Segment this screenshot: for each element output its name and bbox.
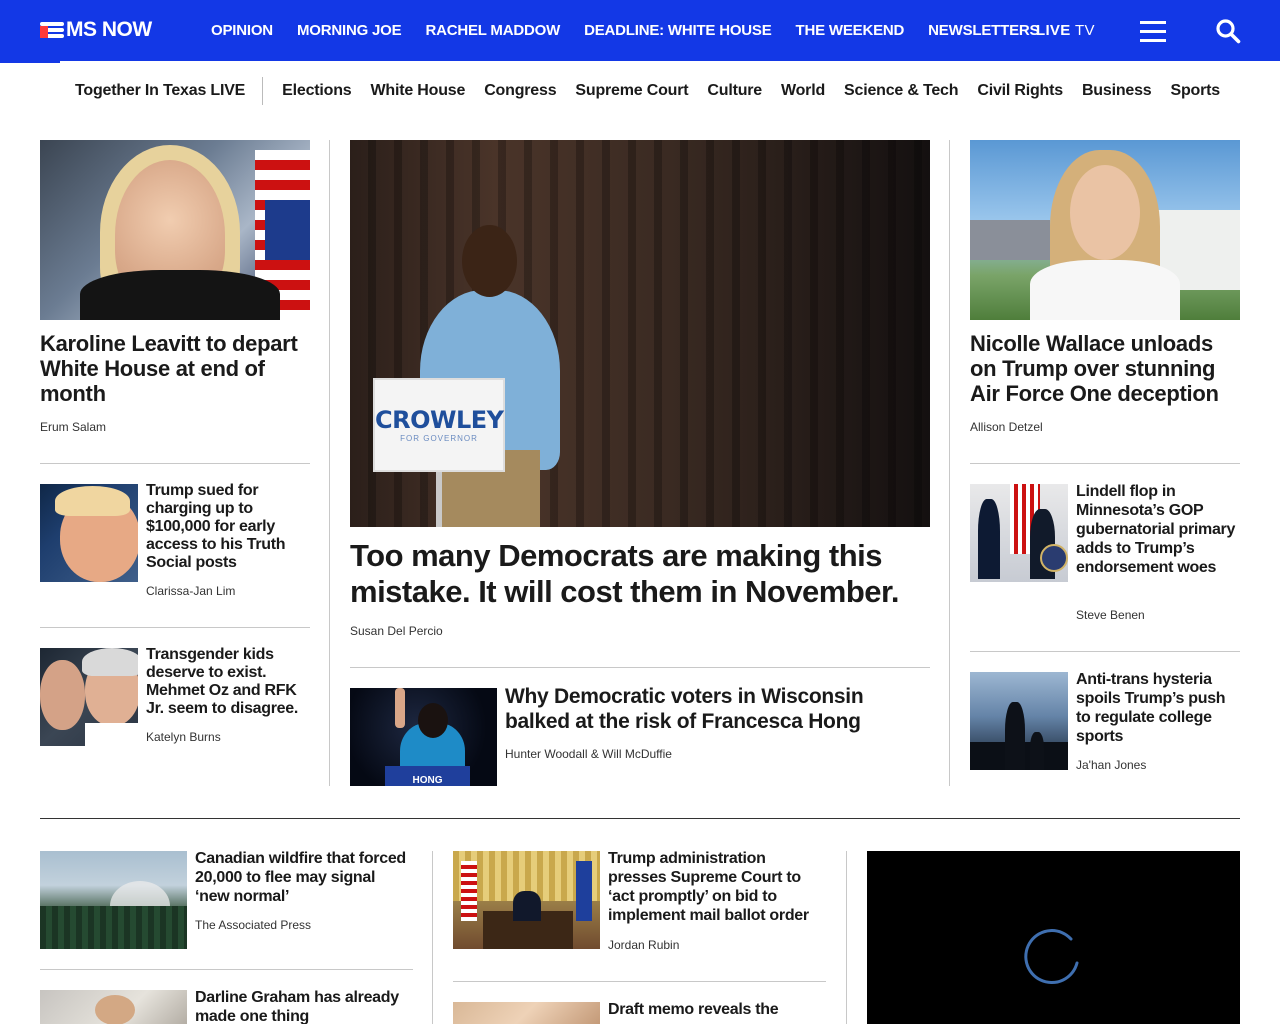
graham-image[interactable] [40,990,187,1024]
nav-business[interactable]: Business [1082,82,1152,100]
wildfire-headline[interactable]: Canadian wildfire that forced 20,000 to … [195,849,410,906]
nav-newsletters[interactable]: NEWSLETTERS [928,22,1039,39]
nav-rachel-maddow[interactable]: RACHEL MADDOW [425,22,560,39]
lindell-headline[interactable]: Lindell flop in Minnesota’s GOP gubernat… [1076,482,1236,577]
wildfire-image[interactable] [40,851,187,949]
anti-trans-headline[interactable]: Anti-trans hysteria spoils Trump’s push … [1076,670,1236,746]
story-divider [453,981,826,982]
story-divider [970,651,1240,652]
nav-culture[interactable]: Culture [707,82,762,100]
campaign-sign-subtext: FOR GOVERNOR [400,434,478,443]
nav-together-in-texas-live[interactable]: Together In Texas LIVE [75,82,245,100]
nav-white-house[interactable]: White House [371,82,466,100]
menu-icon[interactable] [1140,20,1166,42]
mail-ballot-headline[interactable]: Trump administration presses Supreme Cou… [608,849,828,925]
nav-sports[interactable]: Sports [1171,82,1221,100]
nav-deadline-white-house[interactable]: DEADLINE: WHITE HOUSE [584,22,772,39]
nav-science-tech[interactable]: Science & Tech [844,82,958,100]
draft-memo-headline[interactable]: Draft memo reveals the [608,1000,828,1019]
lead-byline[interactable]: Susan Del Percio [350,624,443,638]
francesca-hong-image[interactable]: HONG [350,688,497,786]
nav-the-weekend[interactable]: THE WEEKEND [796,22,905,39]
tv-label: TV [1075,22,1095,39]
live-tv-link[interactable]: LIVE TV [1036,22,1095,39]
leavitt-story-image[interactable] [40,140,310,320]
nav-morning-joe[interactable]: MORNING JOE [297,22,402,39]
wallace-story-image[interactable] [970,140,1240,320]
campaign-sign-text: CROWLEY [375,406,504,434]
nav-divider [262,77,264,105]
story-divider [40,463,310,464]
logo-flag-icon [40,20,64,40]
nav-supreme-court[interactable]: Supreme Court [575,82,688,100]
campaign-sign: CROWLEY FOR GOVERNOR [373,378,505,472]
section-divider [40,818,1240,819]
podium-sign-text: HONG [412,775,443,786]
logo-text: MS NOW [66,18,152,41]
main-nav: OPINION MORNING JOE RACHEL MADDOW DEADLI… [211,0,1063,61]
anti-trans-byline[interactable]: Ja'han Jones [1076,758,1146,772]
trump-sued-image[interactable] [40,484,138,582]
trump-sued-byline[interactable]: Clarissa-Jan Lim [146,584,235,598]
leavitt-byline[interactable]: Erum Salam [40,420,106,434]
column-divider [846,851,847,1024]
transgender-kids-headline[interactable]: Transgender kids deserve to exist. Mehme… [146,646,306,718]
trump-sued-headline[interactable]: Trump sued for charging up to $100,000 f… [146,482,306,572]
column-divider [432,851,433,1024]
lindell-image[interactable] [970,484,1068,582]
mail-ballot-byline[interactable]: Jordan Rubin [608,938,679,952]
francesca-hong-headline[interactable]: Why Democratic voters in Wisconsin balke… [505,684,925,734]
story-divider [970,463,1240,464]
site-logo[interactable]: MS NOW [40,18,152,42]
nav-civil-rights[interactable]: Civil Rights [977,82,1063,100]
wildfire-byline[interactable]: The Associated Press [195,918,311,932]
story-divider [350,667,930,668]
search-icon[interactable] [1215,18,1241,44]
lindell-byline[interactable]: Steve Benen [1076,608,1145,622]
nav-elections[interactable]: Elections [282,82,352,100]
story-divider [40,969,413,970]
loading-spinner-icon [1024,929,1079,985]
wallace-byline[interactable]: Allison Detzel [970,420,1043,434]
transgender-kids-image[interactable] [40,648,138,746]
wallace-headline[interactable]: Nicolle Wallace unloads on Trump over st… [970,331,1240,406]
draft-memo-image[interactable] [453,1002,600,1024]
nav-world[interactable]: World [781,82,825,100]
top-navigation-bar: MS NOW OPINION MORNING JOE RACHEL MADDOW… [0,0,1280,61]
anti-trans-image[interactable] [970,672,1068,770]
column-divider [949,140,950,786]
graham-headline[interactable]: Darline Graham has already made one thin… [195,988,410,1024]
story-divider [40,627,310,628]
oval-office-image[interactable] [453,851,600,949]
lead-headline[interactable]: Too many Democrats are making this mista… [350,538,930,610]
lead-story-image[interactable]: CROWLEY FOR GOVERNOR [350,140,930,527]
leavitt-headline[interactable]: Karoline Leavitt to depart White House a… [40,331,310,406]
column-divider [329,140,330,786]
transgender-kids-byline[interactable]: Katelyn Burns [146,730,221,744]
nav-congress[interactable]: Congress [484,82,556,100]
active-indicator [0,61,60,63]
francesca-hong-byline[interactable]: Hunter Woodall & Will McDuffie [505,747,672,761]
nav-opinion[interactable]: OPINION [211,22,273,39]
live-label: LIVE [1036,22,1071,39]
section-nav: Together In Texas LIVE Elections White H… [75,77,1239,105]
